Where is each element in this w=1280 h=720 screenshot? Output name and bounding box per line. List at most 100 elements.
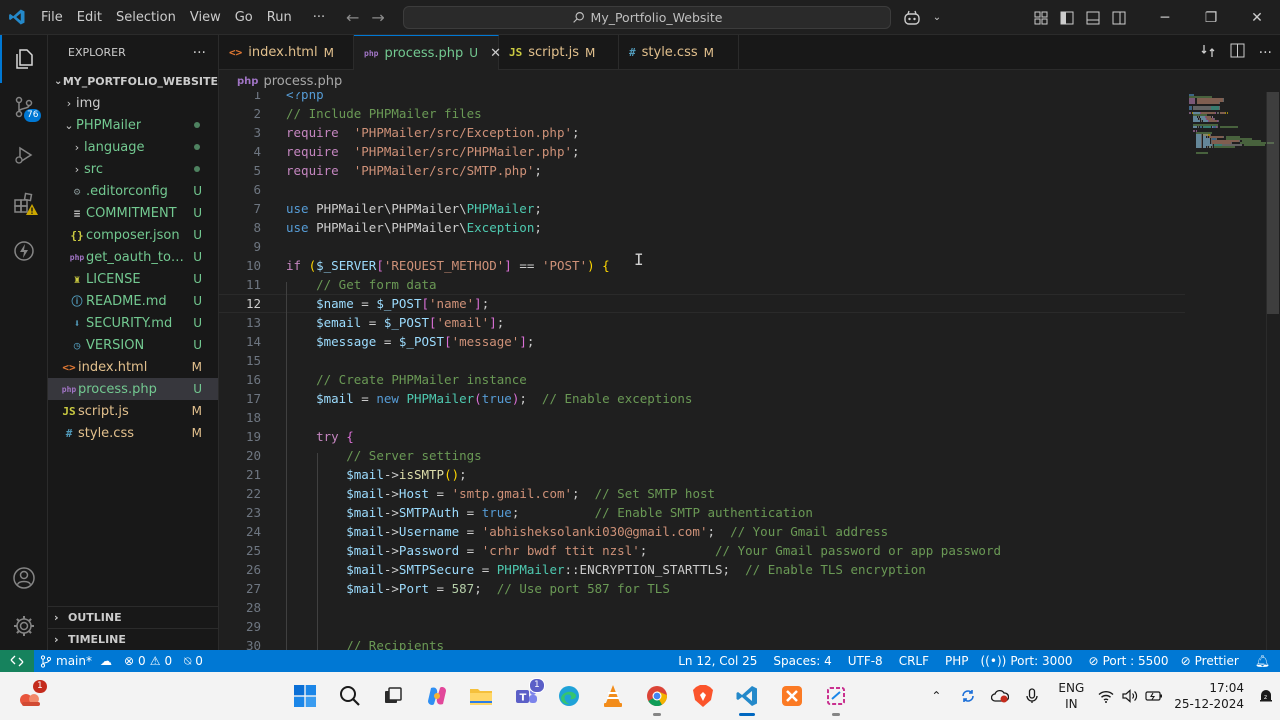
teams-icon[interactable]: T 1 <box>510 678 545 712</box>
menu-selection[interactable]: Selection <box>109 0 183 35</box>
tree-item[interactable]: ⌄ PHPMailer <box>48 114 218 136</box>
outline-section[interactable]: › OUTLINE <box>48 606 218 628</box>
language-mode[interactable]: PHP <box>935 654 975 668</box>
cloud-status-icon[interactable] <box>984 672 1016 720</box>
indentation[interactable]: Spaces: 4 <box>763 654 837 668</box>
menu-more[interactable]: ··· <box>299 0 332 35</box>
workspace-root[interactable]: ⌄ MY_PORTFOLIO_WEBSITE <box>48 70 218 92</box>
notifications-bell-icon[interactable]: 🔔︎ <box>1245 654 1280 668</box>
cursor-position[interactable]: Ln 12, Col 25 <box>672 654 763 668</box>
accounts-icon[interactable] <box>0 554 48 602</box>
vertical-scrollbar[interactable] <box>1266 92 1280 650</box>
tree-item[interactable]: ♜ LICENSE U <box>48 268 218 290</box>
vscode-taskbar-icon[interactable] <box>731 680 763 716</box>
tree-item[interactable]: php process.php U <box>48 378 218 400</box>
clock[interactable]: 17:04 25-12-2024 <box>1166 680 1252 712</box>
manage-gear-icon[interactable] <box>0 602 48 650</box>
chrome-icon[interactable] <box>641 680 673 716</box>
volume-icon[interactable] <box>1118 672 1142 720</box>
vlc-icon[interactable] <box>597 680 629 712</box>
run-debug-icon[interactable] <box>0 131 48 179</box>
gear-file-icon: ⚙ <box>73 184 81 198</box>
show-hidden-icons-chevron-icon[interactable]: ⌃ <box>920 672 952 720</box>
timeline-section[interactable]: › TIMELINE <box>48 628 218 650</box>
minimap[interactable] <box>1185 92 1275 650</box>
customize-layout-icon[interactable] <box>1028 0 1054 35</box>
server-port[interactable]: ((•)) Port: 3000 <box>975 654 1079 668</box>
tab-index-html[interactable]: <> index.html M <box>219 35 354 70</box>
branch-indicator[interactable]: main* ☁ <box>34 654 118 668</box>
sync-icon[interactable]: ☁ <box>100 654 112 668</box>
tree-item[interactable]: ◷ VERSION U <box>48 334 218 356</box>
snipping-tool-icon[interactable] <box>820 680 852 716</box>
toggle-panel-icon[interactable] <box>1080 0 1106 35</box>
forward-arrow-icon[interactable]: → <box>371 8 384 27</box>
split-editor-icon[interactable] <box>1230 43 1245 62</box>
menu-run[interactable]: Run <box>260 0 299 35</box>
branch-name: main* <box>56 654 92 668</box>
tab-script-js[interactable]: JS script.js M <box>499 35 619 70</box>
toggle-secondary-sidebar-icon[interactable] <box>1106 0 1132 35</box>
tree-item[interactable]: JS script.js M <box>48 400 218 422</box>
notification-center-icon[interactable]: z <box>1252 672 1280 720</box>
brave-icon[interactable] <box>687 680 719 712</box>
tree-item[interactable]: › src <box>48 158 218 180</box>
microphone-icon[interactable] <box>1016 672 1048 720</box>
menu-edit[interactable]: Edit <box>70 0 109 35</box>
search-taskbar-icon[interactable] <box>334 680 366 712</box>
tree-item[interactable]: › language <box>48 136 218 158</box>
line-ending[interactable]: CRLF <box>889 654 935 668</box>
menu-file[interactable]: File <box>34 0 70 35</box>
remote-indicator-icon[interactable] <box>0 650 34 672</box>
tree-item[interactable]: # style.css M <box>48 422 218 444</box>
battery-icon[interactable] <box>1142 672 1166 720</box>
command-center-search[interactable]: My_Portfolio_Website <box>403 6 891 29</box>
tree-item[interactable]: ⚙ .editorconfig U <box>48 180 218 202</box>
file-explorer-icon[interactable] <box>465 680 497 712</box>
tree-item[interactable]: <> index.html M <box>48 356 218 378</box>
scrollbar-thumb[interactable] <box>1267 92 1279 314</box>
copilot-icon[interactable] <box>894 0 930 35</box>
edge-browser-icon[interactable] <box>553 680 585 712</box>
menu-go[interactable]: Go <box>228 0 260 35</box>
encoding[interactable]: UTF-8 <box>838 654 889 668</box>
xampp-icon[interactable] <box>776 680 808 712</box>
tree-item[interactable]: {} composer.json U <box>48 224 218 246</box>
explorer-icon[interactable] <box>0 35 48 83</box>
tree-item-label: script.js <box>78 403 129 419</box>
more-actions-icon[interactable]: ··· <box>1259 45 1272 61</box>
code-editor[interactable]: 1 <?php 2 // Include PHPMailer files 3 requir… <box>219 92 1280 650</box>
chevron-down-icon[interactable]: ⌄ <box>930 0 944 35</box>
tree-item[interactable]: ≡ COMMITMENT U <box>48 202 218 224</box>
tree-item[interactable]: ⬇ SECURITY.md U <box>48 312 218 334</box>
toggle-primary-sidebar-icon[interactable] <box>1054 0 1080 35</box>
close-window-icon[interactable]: ✕ <box>1234 0 1280 35</box>
minimize-icon[interactable]: ─ <box>1142 0 1188 35</box>
compare-changes-icon[interactable] <box>1200 43 1216 63</box>
live-share-icon[interactable] <box>0 227 48 275</box>
tab-style-css[interactable]: # style.css M <box>619 35 739 70</box>
prettier-status[interactable]: ⊘ Prettier <box>1175 654 1245 668</box>
code-text: $mail->Host = 'smtp.gmail.com'; // Set S… <box>346 486 716 501</box>
language-indicator[interactable]: ENG IN <box>1048 680 1094 712</box>
tab-process-php[interactable]: php process.php U ✕ <box>354 35 501 70</box>
live-server-port[interactable]: ⊘ Port : 5500 <box>1079 654 1175 668</box>
ports-indicator[interactable]: ⍉ 0 <box>178 654 209 669</box>
sync-tray-icon[interactable] <box>952 672 984 720</box>
wifi-icon[interactable] <box>1094 672 1118 720</box>
back-arrow-icon[interactable]: ← <box>346 8 359 27</box>
menu-view[interactable]: View <box>183 0 228 35</box>
restore-icon[interactable]: ❐ <box>1188 0 1234 35</box>
tree-item[interactable]: ⓘ README.md U <box>48 290 218 312</box>
copilot-taskbar-icon[interactable] <box>421 680 453 712</box>
explorer-more-button[interactable]: ··· <box>193 45 206 61</box>
widgets-icon[interactable]: 1 <box>16 680 48 712</box>
source-control-icon[interactable]: 76 <box>0 83 48 131</box>
tree-item[interactable]: php get_oauth_toke... U <box>48 246 218 268</box>
start-windows-icon[interactable] <box>289 680 321 712</box>
extensions-icon[interactable] <box>0 179 48 227</box>
breadcrumb-file[interactable]: process.php <box>263 74 342 89</box>
tree-item[interactable]: › img <box>48 92 218 114</box>
task-view-icon[interactable] <box>377 680 409 712</box>
problems-indicator[interactable]: ⊗ 0 ⚠ 0 <box>118 654 178 668</box>
